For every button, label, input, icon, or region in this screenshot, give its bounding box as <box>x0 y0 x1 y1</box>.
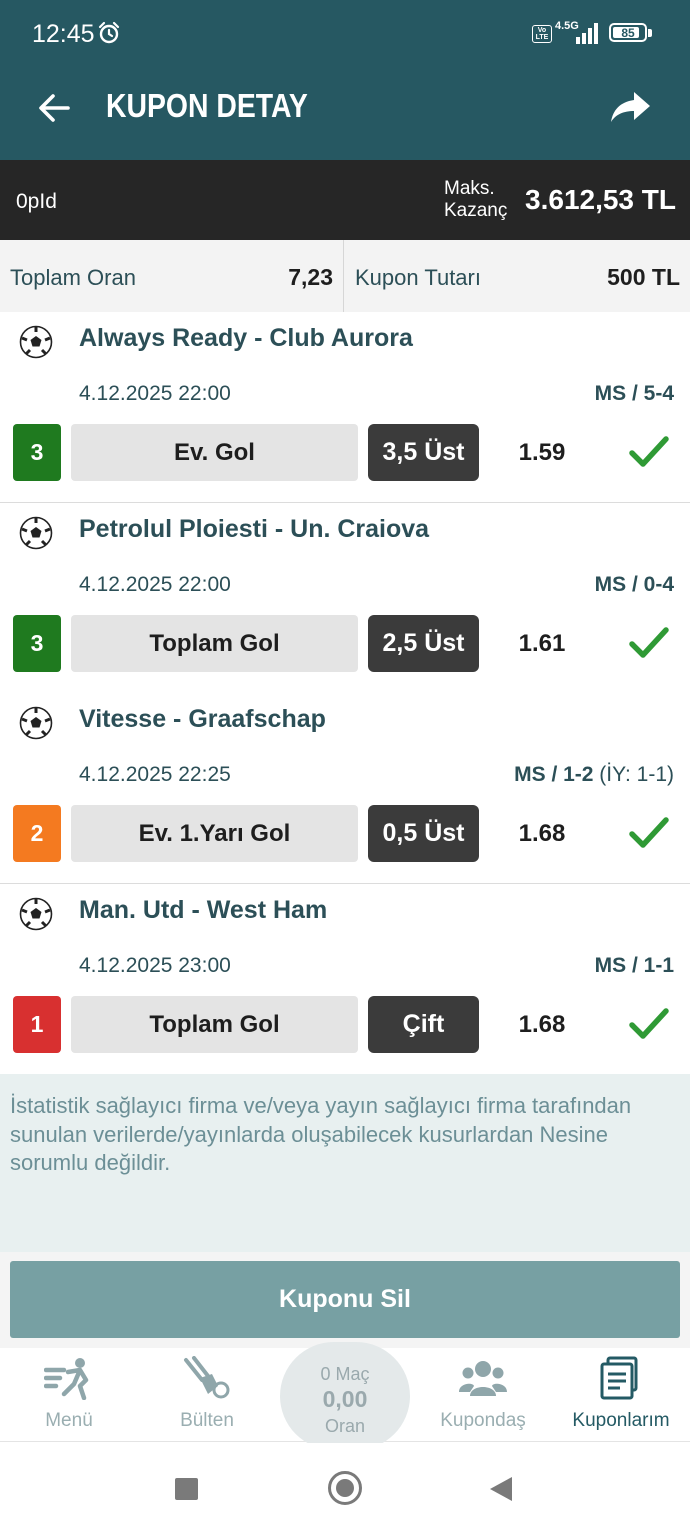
mbs-badge: 3 <box>13 615 61 672</box>
battery-tip <box>648 29 652 37</box>
mbs-badge: 1 <box>13 996 61 1053</box>
match-datetime: 4.12.2025 22:25 <box>79 763 231 786</box>
max-win-value: 3.612,53 TL <box>525 184 676 215</box>
bet-odds: 1.59 <box>518 439 566 466</box>
battery-icon: 85 <box>609 23 647 42</box>
bet-odds: 1.68 <box>518 820 566 847</box>
disclaimer-text: İstatistik sağlayıcı firma ve/veya yayın… <box>10 1093 632 1175</box>
match-datetime: 4.12.2025 22:00 <box>79 382 231 405</box>
bet-pick: 0,5 Üst <box>368 805 479 862</box>
volte-icon: Vo LTE <box>532 25 552 43</box>
check-icon <box>629 436 669 467</box>
triangle-back-icon[interactable] <box>488 1475 514 1503</box>
odds-label: Oran <box>324 1416 366 1436</box>
bet-type: Ev. 1.Yarı Gol <box>71 805 358 862</box>
coupon-summary-button[interactable]: 0 Maç 0,00 Oran <box>280 1342 410 1450</box>
square-recent-icon[interactable] <box>175 1478 198 1500</box>
total-odds-label: Toplam Oran <box>10 265 136 290</box>
delete-coupon-button[interactable]: Kuponu Sil <box>10 1261 680 1338</box>
nav-item-my-coupons[interactable]: Kuponlarım <box>552 1348 690 1440</box>
match-item[interactable]: Man. Utd - West Ham 4.12.2025 23:00 MS /… <box>0 884 690 1075</box>
people-group-icon <box>459 1361 507 1396</box>
check-icon <box>629 627 669 658</box>
coupon-id: 0pId <box>16 190 57 213</box>
bet-odds: 1.61 <box>518 630 566 657</box>
match-score: MS / 5-4 <box>595 382 674 406</box>
nav-label: Menü <box>45 1410 93 1431</box>
coupon-amount-value: 500 TL <box>607 264 680 290</box>
disclaimer-panel: İstatistik sağlayıcı firma ve/veya yayın… <box>0 1074 690 1252</box>
match-item[interactable]: Vitesse - Graafschap 4.12.2025 22:25 MS … <box>0 693 690 884</box>
match-datetime: 4.12.2025 22:00 <box>79 573 231 596</box>
soccer-ball-icon <box>19 706 53 740</box>
score-value: MS / 0-4 <box>594 573 674 596</box>
total-odds-cell: Toplam Oran 7,23 <box>0 240 344 312</box>
bet-pick: 2,5 Üst <box>368 615 479 672</box>
app-header: KUPON DETAY <box>0 68 690 160</box>
score-value: MS / 5-4 <box>594 382 674 405</box>
match-item[interactable]: Petrolul Ploiesti - Un. Craiova 4.12.202… <box>0 503 690 694</box>
score-value: MS / 1-2 <box>514 763 594 786</box>
match-score: MS / 0-4 <box>595 573 674 597</box>
coupons-stack-icon <box>600 1356 638 1400</box>
bottom-navigation: Menü Bülten 0 Maç 0,00 Oran Kupondaş Kup… <box>0 1342 690 1450</box>
match-name[interactable]: Always Ready - Club Aurora <box>79 324 413 353</box>
coupon-amount-label: Kupon Tutarı <box>355 265 481 290</box>
home-inner <box>336 1479 354 1497</box>
bet-odds: 1.68 <box>518 1011 566 1038</box>
match-score: MS / 1-1 <box>595 954 674 978</box>
total-odds-value: 7,23 <box>288 264 333 290</box>
circle-home-icon[interactable] <box>328 1471 362 1505</box>
arrow-left-icon[interactable] <box>34 88 74 128</box>
score-value: MS / 1-1 <box>594 954 674 977</box>
max-win-label: Maks. Kazanç <box>444 178 508 221</box>
nav-item-kupondas[interactable]: Kupondaş <box>414 1348 552 1440</box>
coupon-totals: Toplam Oran 7,23 Kupon Tutarı 500 TL <box>0 240 690 312</box>
soccer-ball-icon <box>19 897 53 931</box>
page-title: KUPON DETAY <box>106 87 308 124</box>
status-bar: 12:45 Vo LTE 4.5G 85 <box>0 0 690 68</box>
bet-type: Toplam Gol <box>71 996 358 1053</box>
mbs-badge: 2 <box>13 805 61 862</box>
status-time: 12:45 <box>32 20 95 48</box>
nav-item-menu[interactable]: Menü <box>0 1348 138 1440</box>
match-count: 0 Maç <box>320 1364 370 1384</box>
bet-pick: Çift <box>368 996 479 1053</box>
match-name[interactable]: Man. Utd - West Ham <box>79 896 327 925</box>
nav-label: Kupondaş <box>440 1410 526 1431</box>
share-arrow-icon[interactable] <box>608 88 652 128</box>
coupon-amount-cell: Kupon Tutarı 500 TL <box>345 240 690 312</box>
match-score: MS / 1-2 (İY: 1-1) <box>514 763 674 787</box>
match-name[interactable]: Petrolul Ploiesti - Un. Craiova <box>79 515 429 544</box>
bulletin-kick-icon <box>184 1356 230 1399</box>
bet-pick: 3,5 Üst <box>368 424 479 481</box>
menu-player-icon <box>44 1358 89 1400</box>
alarm-clock-icon <box>98 21 120 44</box>
soccer-ball-icon <box>19 516 53 550</box>
nav-item-bulletin[interactable]: Bülten <box>138 1348 276 1440</box>
signal-strength-icon <box>576 23 598 44</box>
check-icon <box>629 817 669 848</box>
mbs-badge: 3 <box>13 424 61 481</box>
bet-type: Toplam Gol <box>71 615 358 672</box>
delete-area: Kuponu Sil <box>0 1252 690 1348</box>
match-item[interactable]: Always Ready - Club Aurora 4.12.2025 22:… <box>0 312 690 503</box>
system-navigation <box>0 1443 690 1533</box>
odds-value: 0,00 <box>322 1386 368 1412</box>
nav-label: Bülten <box>180 1410 234 1431</box>
coupon-info-bar: 0pId Maks. Kazanç 3.612,53 TL <box>0 160 690 240</box>
soccer-ball-icon <box>19 325 53 359</box>
check-icon <box>629 1008 669 1039</box>
nav-label: Kuponlarım <box>572 1410 670 1431</box>
match-datetime: 4.12.2025 23:00 <box>79 954 231 977</box>
half-time-score: (İY: 1-1) <box>593 763 674 786</box>
battery-level: 85 <box>621 26 635 40</box>
bet-type: Ev. Gol <box>71 424 358 481</box>
match-name[interactable]: Vitesse - Graafschap <box>79 705 326 734</box>
